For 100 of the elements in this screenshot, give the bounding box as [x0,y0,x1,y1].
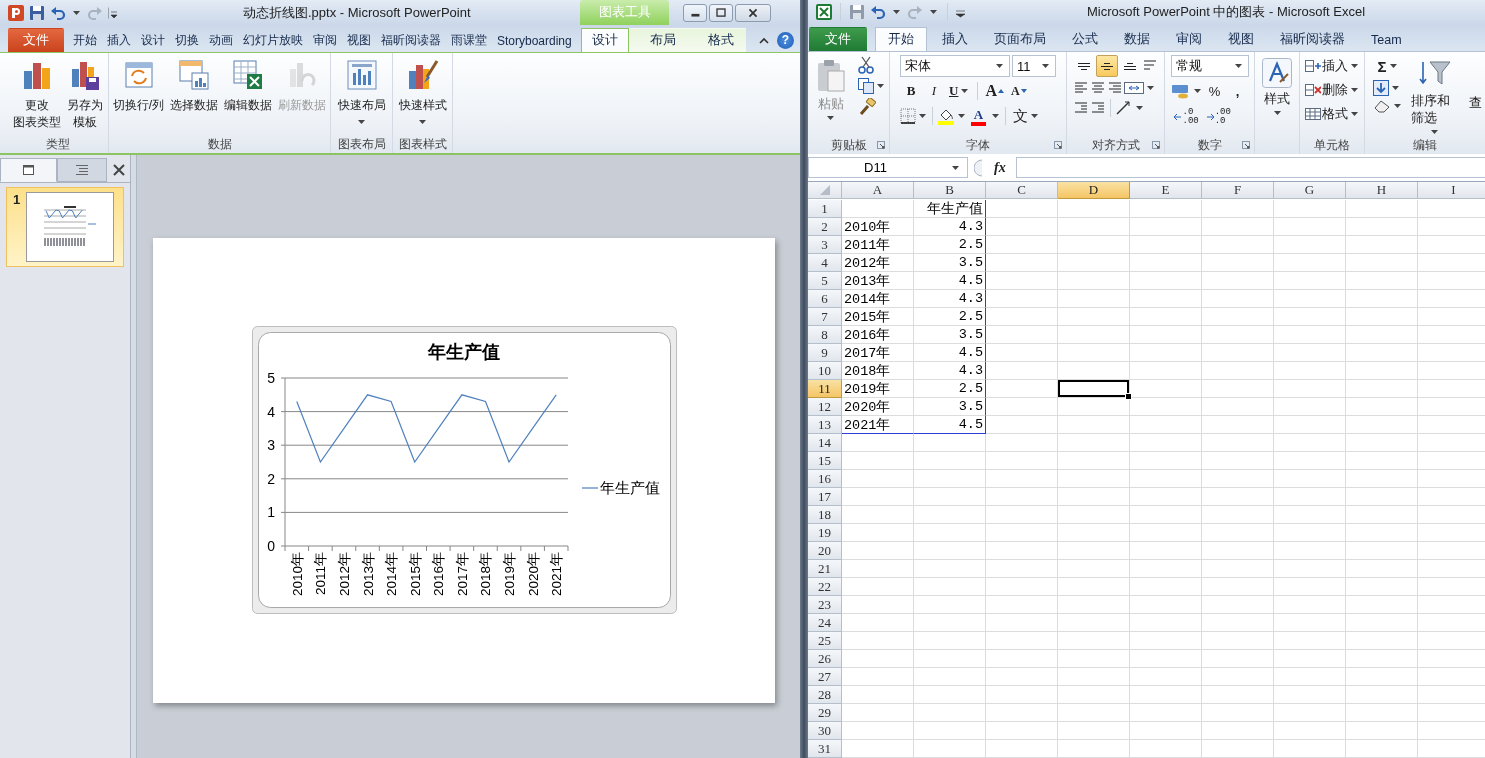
row-header[interactable]: 2 [808,218,842,236]
row-header[interactable]: 10 [808,362,842,380]
ribbon-tab[interactable]: 幻灯片放映 [238,28,308,52]
caret-icon[interactable] [1147,86,1154,90]
row-header[interactable]: 20 [808,542,842,560]
app-logo-icon[interactable] [816,4,832,21]
align-center-icon[interactable] [1090,80,1106,96]
borders-icon[interactable] [900,108,916,124]
row-header[interactable]: 18 [808,506,842,524]
splitter-handle-icon[interactable] [974,158,984,177]
increase-decimal-button[interactable]: .0 .00 [1170,105,1202,129]
row-header[interactable]: 29 [808,704,842,722]
scissors-icon[interactable] [857,56,874,74]
dialog-launcher-icon[interactable] [877,141,885,149]
column-header[interactable]: D [1058,182,1130,199]
column-header[interactable]: C [986,182,1058,199]
row-header[interactable]: 13 [808,416,842,434]
format-painter-icon[interactable] [857,98,876,116]
ribbon-tab[interactable]: 设计 [581,28,630,52]
column-header[interactable]: H [1346,182,1418,199]
row-header[interactable]: 14 [808,434,842,452]
ribbon-tab[interactable]: 视图 [1217,27,1265,51]
ribbon-tab[interactable]: 插入 [931,27,979,51]
ribbon-button[interactable]: 另存为 模板 [64,56,106,132]
italic-button[interactable]: I [923,80,945,102]
ribbon-tab[interactable]: 插入 [102,28,136,52]
comma-button[interactable]: , [1226,80,1249,102]
row-header[interactable]: 22 [808,578,842,596]
ribbon-tab[interactable]: 雨课堂 [446,28,492,52]
ribbon-tab[interactable]: 格式 [696,28,747,52]
row-header[interactable]: 19 [808,524,842,542]
row-header[interactable]: 9 [808,344,842,362]
ribbon-button[interactable]: 快速布局 [334,56,389,125]
minimize-icon[interactable] [683,3,707,22]
caret-icon[interactable] [893,10,900,15]
row-header[interactable]: 8 [808,326,842,344]
text-orientation-icon[interactable] [1115,100,1133,116]
caret-icon[interactable] [1392,86,1399,90]
increase-indent-icon[interactable] [1090,100,1106,116]
font-name-field[interactable]: 宋体 [900,55,1010,77]
font-color-button[interactable]: A [968,105,989,127]
ribbon-button[interactable]: 更改 图表类型 [10,56,64,132]
row-header[interactable]: 7 [808,308,842,326]
formula-input[interactable] [1015,157,1485,178]
copy-icon[interactable] [857,78,874,94]
outline-tab[interactable] [57,158,107,182]
collapse-ribbon-icon[interactable] [759,36,769,44]
caret-icon[interactable] [919,114,926,118]
column-header[interactable]: E [1130,182,1202,199]
fill-color-icon[interactable] [937,107,955,125]
column-header[interactable]: I [1418,182,1485,199]
row-header[interactable]: 1 [808,200,842,218]
help-button[interactable]: ? [777,31,794,49]
row-header[interactable]: 31 [808,740,842,758]
decrease-decimal-button[interactable]: .00 .0 [1202,105,1234,129]
row-header[interactable]: 23 [808,596,842,614]
ribbon-tab[interactable]: 页面布局 [983,27,1057,51]
row-header[interactable]: 24 [808,614,842,632]
column-header[interactable]: F [1202,182,1274,199]
cells-delete-button[interactable]: 删除 [1301,79,1363,101]
ribbon-tab[interactable]: 审阅 [1165,27,1213,51]
close-icon[interactable] [735,3,771,22]
fill-down-icon[interactable] [1373,80,1389,96]
row-header[interactable]: 12 [808,398,842,416]
column-header[interactable]: B [914,182,986,199]
customize-icon[interactable] [108,6,117,19]
insert-function-button[interactable]: fx [990,156,1010,179]
ribbon-tab[interactable]: 福昕阅读器 [376,28,446,52]
save-icon[interactable] [29,4,45,21]
ribbon-tab[interactable]: 动画 [204,28,238,52]
find-button[interactable]: 查 [1466,92,1485,114]
slide-thumbnail[interactable] [26,192,115,262]
sort-filter-button[interactable]: 排序和筛选 [1407,55,1462,137]
undo-icon[interactable] [50,4,66,21]
row-header[interactable]: 30 [808,722,842,740]
ribbon-button[interactable]: 切换行/列 [109,56,168,115]
grow-font-button[interactable]: A [982,80,1007,102]
ribbon-tab[interactable]: 设计 [136,28,170,52]
ribbon-tab[interactable]: 福昕阅读器 [1269,27,1356,51]
number-format-field[interactable]: 常规 [1170,55,1249,77]
active-cell[interactable] [1058,380,1130,398]
row-header[interactable]: 4 [808,254,842,272]
row-header[interactable]: 21 [808,560,842,578]
row-header[interactable]: 26 [808,650,842,668]
percent-button[interactable]: % [1203,80,1226,102]
dialog-launcher-icon[interactable] [1152,141,1160,149]
autosum-button[interactable]: Σ [1373,55,1403,77]
ribbon-tab[interactable]: 审阅 [308,28,342,52]
caret-icon[interactable] [930,10,937,15]
ribbon-tab[interactable]: Storyboarding [492,28,577,52]
phonetic-button[interactable]: 文 [1010,105,1043,127]
row-header[interactable]: 25 [808,632,842,650]
ribbon-tab[interactable]: 视图 [342,28,376,52]
row-header[interactable]: 16 [808,470,842,488]
undo-icon[interactable] [870,4,886,21]
ribbon-button[interactable]: 快速样式 [395,56,450,125]
slides-tab[interactable] [0,158,57,182]
decrease-indent-icon[interactable] [1073,100,1089,116]
ribbon-button[interactable]: 编辑数据 [221,56,276,115]
shrink-font-button[interactable]: A [1007,80,1030,102]
